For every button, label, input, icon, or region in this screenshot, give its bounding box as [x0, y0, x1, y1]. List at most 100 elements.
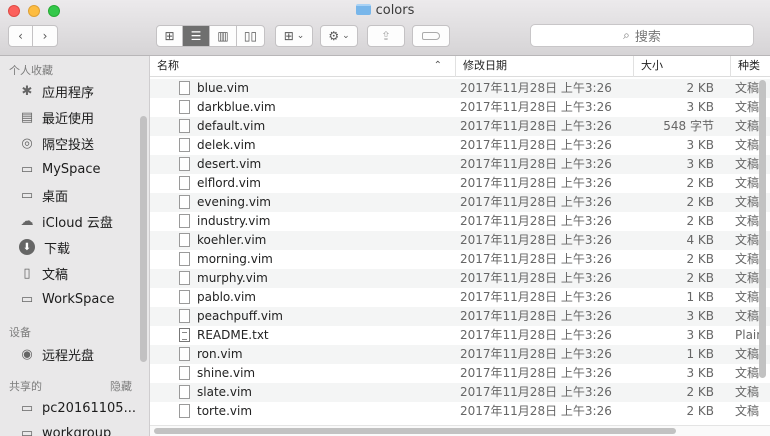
file-row[interactable]: evening.vim 2017年11月28日 上午3:26 2 KB 文稿 [150, 193, 770, 212]
search-icon: ⌕ [623, 28, 630, 42]
kind-column-header[interactable]: 种类 [730, 56, 770, 77]
file-row[interactable]: README.txt 2017年11月28日 上午3:26 3 KB Plain [150, 326, 770, 345]
file-kind: 文稿 [735, 214, 760, 228]
group-by-button[interactable]: ⊞ ⌄ [275, 25, 313, 47]
file-size: 3 KB [686, 366, 714, 380]
column-view-button[interactable]: ▥ [209, 25, 237, 47]
document-icon [179, 119, 190, 133]
file-row[interactable]: ron.vim 2017年11月28日 上午3:26 1 KB 文稿 [150, 345, 770, 364]
file-row[interactable]: torte.vim 2017年11月28日 上午3:26 2 KB 文稿 [150, 402, 770, 421]
back-button[interactable]: ‹ [8, 25, 33, 47]
date-column-header[interactable]: 修改日期 [455, 56, 630, 77]
file-date: 2017年11月28日 上午3:26 [460, 138, 612, 152]
sidebar-shared-item[interactable]: ▭ workgroup [17, 422, 111, 436]
file-date: 2017年11月28日 上午3:26 [460, 252, 612, 266]
file-date: 2017年11月28日 上午3:26 [460, 328, 612, 342]
file-row[interactable]: slate.vim 2017年11月28日 上午3:26 2 KB 文稿 [150, 383, 770, 402]
horizontal-scroll-thumb[interactable] [154, 428, 676, 434]
document-icon [179, 404, 190, 418]
sidebar-favorite-item-label: 隔空投送 [42, 137, 95, 153]
document-icon [179, 100, 190, 114]
file-list: blue.vim 2017年11月28日 上午3:26 2 KB 文稿 darkblue… [150, 79, 770, 425]
file-size: 3 KB [686, 138, 714, 152]
sidebar-scrollbar[interactable] [140, 116, 147, 362]
file-date: 2017年11月28日 上午3:26 [460, 214, 612, 228]
file-name: peachpuff.vim [197, 309, 283, 323]
file-list-horizontal-scrollbar[interactable] [150, 425, 770, 436]
file-size: 2 KB [686, 252, 714, 266]
document-icon [179, 385, 190, 399]
file-kind: 文稿 [735, 195, 760, 209]
file-row[interactable]: delek.vim 2017年11月28日 上午3:26 3 KB 文稿 [150, 136, 770, 155]
file-row[interactable]: koehler.vim 2017年11月28日 上午3:26 4 KB 文稿 [150, 231, 770, 250]
document-icon [179, 290, 190, 304]
finder-window: colors ‹ › ⊞ ☰ ▥ ▯▯ ⊞ ⌄ ⚙ ⌄ ⇪ ⌕ 搜索 个人收藏 ✱ 应用… [0, 0, 770, 436]
sidebar-favorite-item[interactable]: ✱ 应用程序 [17, 80, 94, 102]
gallery-view-button[interactable]: ▯▯ [236, 25, 265, 47]
document-icon [179, 195, 190, 209]
sidebar-favorite-item[interactable]: ▭ WorkSpace [17, 288, 115, 310]
sidebar-favorite-item[interactable]: ▤ 最近使用 [17, 106, 94, 128]
file-kind: 文稿 [735, 138, 760, 152]
icon-view-button[interactable]: ⊞ [156, 25, 183, 47]
list-icon: ☰ [190, 29, 202, 43]
sidebar-favorite-item[interactable]: ⬇ 下载 [17, 236, 70, 258]
file-date: 2017年11月28日 上午3:26 [460, 176, 612, 190]
sidebar-favorite-item-label: WorkSpace [42, 291, 115, 307]
file-row[interactable]: blue.vim 2017年11月28日 上午3:26 2 KB 文稿 [150, 79, 770, 98]
file-size: 2 KB [686, 271, 714, 285]
action-button[interactable]: ⚙ ⌄ [320, 25, 358, 47]
title-bar: colors ‹ › ⊞ ☰ ▥ ▯▯ ⊞ ⌄ ⚙ ⌄ ⇪ ⌕ 搜索 [0, 0, 770, 56]
file-date: 2017年11月28日 上午3:26 [460, 290, 612, 304]
disc-icon: ◉ [21, 346, 33, 362]
sidebar-favorite-item[interactable]: ▭ 桌面 [17, 184, 68, 206]
kind-column-label: 种类 [738, 59, 760, 72]
window-title-text: colors [375, 3, 415, 18]
chevron-left-icon: ‹ [18, 29, 23, 43]
tags-button[interactable] [412, 25, 450, 47]
file-row[interactable]: shine.vim 2017年11月28日 上午3:26 3 KB 文稿 [150, 364, 770, 383]
name-column-header[interactable]: 名称 ⌃ [150, 56, 450, 77]
file-row[interactable]: peachpuff.vim 2017年11月28日 上午3:26 3 KB 文稿 [150, 307, 770, 326]
sidebar-favorite-item[interactable]: ☁ iCloud 云盘 [17, 210, 113, 232]
file-row[interactable]: industry.vim 2017年11月28日 上午3:26 2 KB 文稿 [150, 212, 770, 231]
gallery-icon: ▯▯ [243, 29, 258, 43]
file-list-vertical-scrollbar[interactable] [759, 80, 766, 378]
sidebar-favorite-item[interactable]: ▯ 文稿 [17, 262, 68, 284]
file-kind: 文稿 [735, 290, 760, 304]
list-view-button[interactable]: ☰ [182, 25, 210, 47]
sidebar-favorite-item[interactable]: ▭ MySpace [17, 158, 101, 180]
file-name: blue.vim [197, 81, 249, 95]
recents-icon: ▤ [20, 109, 34, 125]
sidebar-shared-item[interactable]: ▭ pc20161105... [17, 397, 136, 419]
file-name: pablo.vim [197, 290, 256, 304]
size-column-header[interactable]: 大小 [633, 56, 730, 77]
folder-icon: ▭ [20, 291, 34, 307]
file-row[interactable]: morning.vim 2017年11月28日 上午3:26 2 KB 文稿 [150, 250, 770, 269]
devices-section-label: 设备 [9, 326, 31, 339]
search-input[interactable]: ⌕ 搜索 [530, 24, 754, 47]
file-row[interactable]: pablo.vim 2017年11月28日 上午3:26 1 KB 文稿 [150, 288, 770, 307]
favorites-section-label: 个人收藏 [9, 64, 53, 77]
document-icon [179, 271, 190, 285]
file-date: 2017年11月28日 上午3:26 [460, 366, 612, 380]
forward-button[interactable]: › [32, 25, 58, 47]
sidebar-device-item[interactable]: ◉ 远程光盘 [17, 343, 94, 365]
file-row[interactable]: murphy.vim 2017年11月28日 上午3:26 2 KB 文稿 [150, 269, 770, 288]
tag-icon [422, 32, 440, 40]
file-name: ron.vim [197, 347, 243, 361]
shared-hide-button[interactable]: 隐藏 [110, 378, 132, 394]
file-row[interactable]: darkblue.vim 2017年11月28日 上午3:26 3 KB 文稿 [150, 98, 770, 117]
file-row[interactable]: default.vim 2017年11月28日 上午3:26 548 字节 文稿 [150, 117, 770, 136]
document-icon [179, 347, 190, 361]
file-name: darkblue.vim [197, 100, 276, 114]
document-icon [179, 214, 190, 228]
document-icon [179, 138, 190, 152]
file-kind: 文稿 [735, 366, 760, 380]
file-row[interactable]: desert.vim 2017年11月28日 上午3:26 3 KB 文稿 [150, 155, 770, 174]
sidebar-favorite-item-label: iCloud 云盘 [42, 215, 113, 231]
file-row[interactable]: elflord.vim 2017年11月28日 上午3:26 2 KB 文稿 [150, 174, 770, 193]
sidebar-favorite-item[interactable]: ◎ 隔空投送 [17, 132, 94, 154]
file-name: murphy.vim [197, 271, 268, 285]
share-button[interactable]: ⇪ [367, 25, 405, 47]
